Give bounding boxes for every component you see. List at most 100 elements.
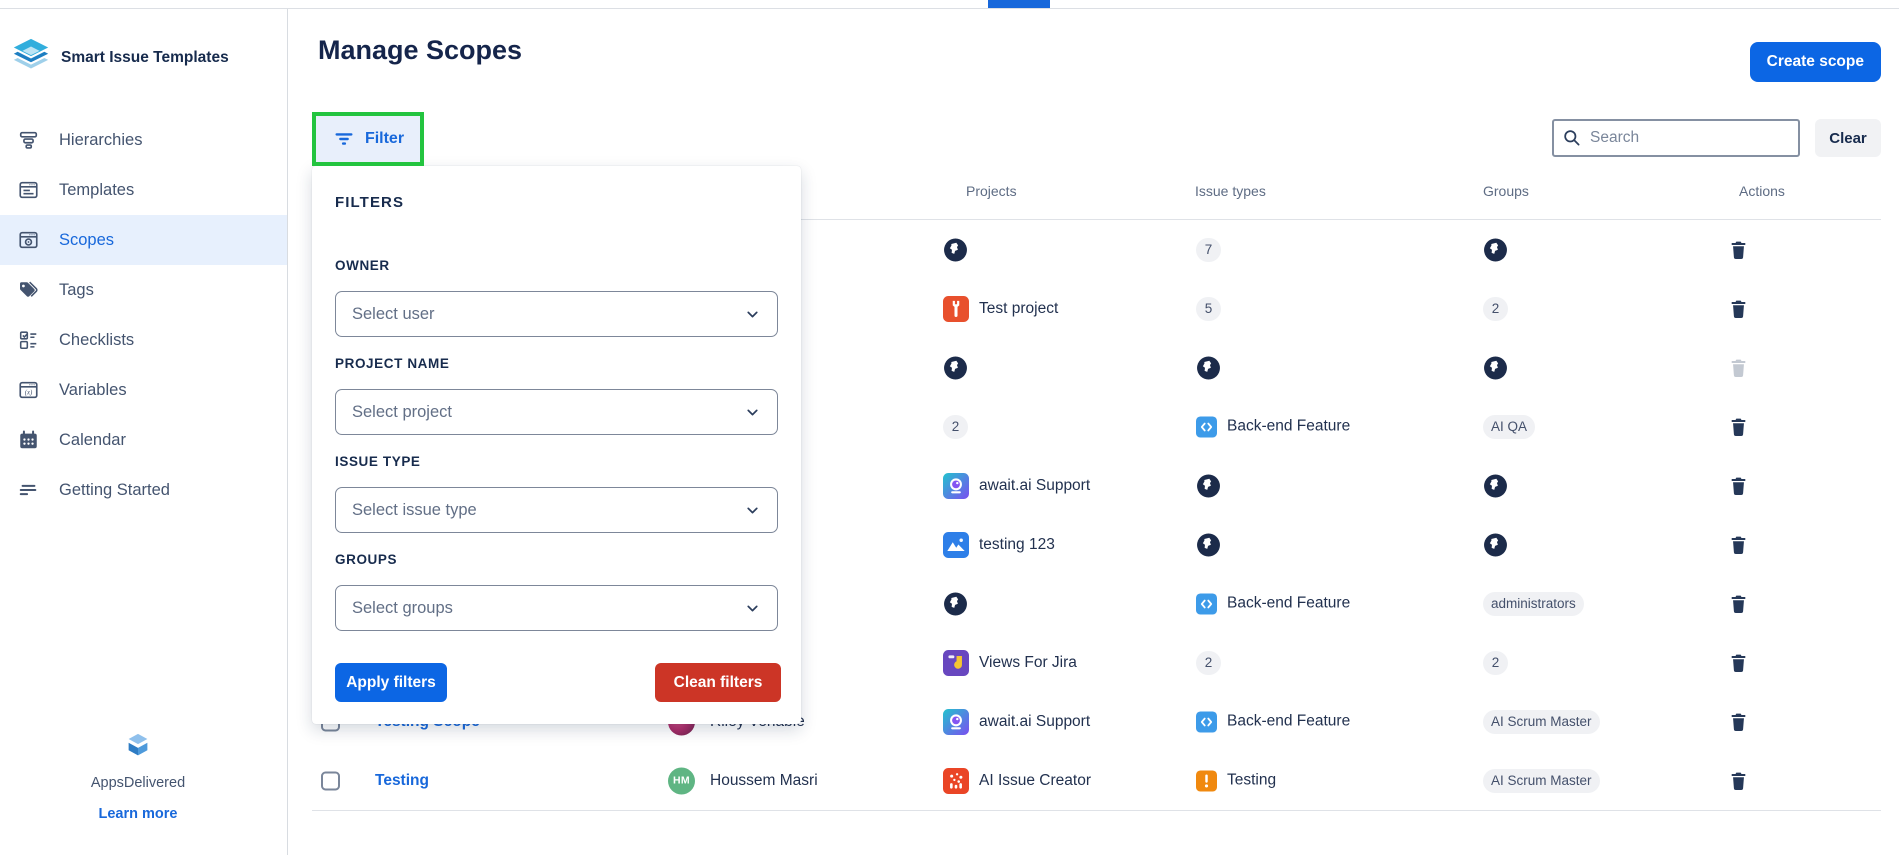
sidebar-item-checklists[interactable]: Checklists (0, 315, 287, 365)
sidebar-item-tags[interactable]: Tags (0, 265, 287, 315)
owner-name: Houssem Masri (710, 772, 818, 790)
filter-button[interactable]: Filter (316, 116, 420, 162)
projects-cell: await.ai Support (943, 709, 1090, 735)
issue-types-cell (1196, 355, 1221, 380)
learn-more-link[interactable]: Learn more (99, 806, 178, 822)
wrench-project-icon (943, 296, 969, 322)
variables-icon: (x) (15, 379, 41, 401)
issue-types-cell (1196, 532, 1221, 557)
trash-icon[interactable] (1730, 653, 1747, 672)
app-logo: Smart Issue Templates (8, 37, 229, 79)
sidebar-item-label: Getting Started (59, 481, 170, 500)
sidebar-item-getting-started[interactable]: Getting Started (0, 465, 287, 515)
globe-icon (1483, 237, 1508, 262)
trash-icon[interactable] (1730, 417, 1747, 436)
search-box (1552, 119, 1800, 157)
main-content: Manage Scopes Create scope Filter Clear … (287, 9, 1899, 855)
projects-cell: Test project (943, 296, 1058, 322)
search-input[interactable] (1552, 119, 1800, 157)
group-badge: AI QA (1483, 415, 1535, 439)
filter-field-label: PROJECT NAME (335, 356, 449, 371)
table-row: TestingHMHoussem MasriAI Issue CreatorTe… (312, 751, 1881, 810)
projects-cell: AI Issue Creator (943, 768, 1091, 794)
ai-creator-app-icon (943, 768, 969, 794)
sidebar-item-label: Variables (59, 381, 127, 400)
views-app-icon (943, 650, 969, 676)
scope-name-link[interactable]: Testing (375, 772, 429, 790)
sidebar-item-hierarchies[interactable]: Hierarchies (0, 115, 287, 165)
tags-icon (15, 279, 41, 301)
select-project-name[interactable]: Select project (335, 389, 778, 435)
projects-cell (943, 591, 968, 616)
globe-icon (943, 591, 968, 616)
sidebar-item-calendar[interactable]: Calendar (0, 415, 287, 465)
select-issue-type[interactable]: Select issue type (335, 487, 778, 533)
globe-icon (1196, 355, 1221, 380)
project-label: AI Issue Creator (979, 772, 1091, 790)
column-header-issue-types: Issue types (1195, 183, 1266, 199)
scopes-icon (15, 229, 41, 251)
page-title: Manage Scopes (318, 35, 522, 66)
issue-types-cell: Back-end Feature (1196, 593, 1350, 614)
sidebar-item-scopes[interactable]: Scopes (0, 215, 287, 265)
trash-icon[interactable] (1730, 712, 1747, 731)
await-app-icon (943, 709, 969, 735)
trash-icon[interactable] (1730, 476, 1747, 495)
issue-type-label: Back-end Feature (1227, 418, 1350, 436)
groups-cell: 2 (1483, 651, 1508, 675)
sidebar: Smart Issue Templates Hierarchies Templat… (0, 9, 287, 855)
await-app-icon (943, 473, 969, 499)
svg-text:(x): (x) (24, 390, 32, 397)
select-owner[interactable]: Select user (335, 291, 778, 337)
trash-icon[interactable] (1730, 358, 1747, 377)
projects-cell: 2 (943, 415, 968, 439)
chevron-down-icon (744, 600, 761, 617)
brand-name: AppsDelivered (0, 775, 276, 791)
projects-cell: testing 123 (943, 532, 1055, 558)
group-badge: 2 (1483, 651, 1508, 675)
trash-icon[interactable] (1730, 299, 1747, 318)
group-badge: AI Scrum Master (1483, 710, 1600, 734)
create-scope-button[interactable]: Create scope (1750, 42, 1881, 82)
globe-icon (943, 237, 968, 262)
sidebar-item-label: Tags (59, 281, 94, 300)
globe-icon (943, 355, 968, 380)
column-header-groups: Groups (1483, 183, 1529, 199)
groups-cell: 2 (1483, 297, 1508, 321)
trash-icon[interactable] (1730, 240, 1747, 259)
top-progress-bar (988, 0, 1050, 8)
code-icon (1196, 711, 1217, 732)
chevron-down-icon (744, 306, 761, 323)
filter-panel-title: FILTERS (335, 194, 404, 211)
sidebar-item-templates[interactable]: Templates (0, 165, 287, 215)
group-badge: AI Scrum Master (1483, 769, 1600, 793)
filter-panel: FILTERS OWNER Select user PROJECT NAME Sele… (312, 166, 801, 724)
trash-icon[interactable] (1730, 594, 1747, 613)
filter-field-label: OWNER (335, 258, 390, 273)
projects-cell (943, 237, 968, 262)
issue-types-cell: 7 (1196, 238, 1221, 262)
clear-button[interactable]: Clear (1815, 119, 1881, 157)
select-placeholder: Select groups (352, 599, 744, 618)
filter-button-label: Filter (365, 130, 404, 148)
column-header-actions: Actions (1739, 183, 1785, 199)
group-badge: administrators (1483, 592, 1584, 616)
clean-filters-button[interactable]: Clean filters (655, 663, 781, 702)
table-bottom-divider (312, 810, 1881, 811)
trash-icon[interactable] (1730, 771, 1747, 790)
sidebar-menu: Hierarchies Templates Scopes Tags Checklists… (0, 115, 287, 515)
hierarchies-icon (15, 129, 41, 151)
groups-cell (1483, 355, 1508, 380)
apply-filters-button[interactable]: Apply filters (335, 663, 447, 702)
sidebar-item-label: Templates (59, 181, 134, 200)
trash-icon[interactable] (1730, 535, 1747, 554)
select-groups[interactable]: Select groups (335, 585, 778, 631)
calendar-icon (15, 429, 41, 451)
globe-icon (1483, 473, 1508, 498)
code-icon (1196, 593, 1217, 614)
project-label: Views For Jira (979, 654, 1077, 672)
chevron-down-icon (744, 404, 761, 421)
row-checkbox[interactable] (321, 771, 340, 790)
sidebar-item-variables[interactable]: (x) Variables (0, 365, 287, 415)
filter-field-label: ISSUE TYPE (335, 454, 421, 469)
